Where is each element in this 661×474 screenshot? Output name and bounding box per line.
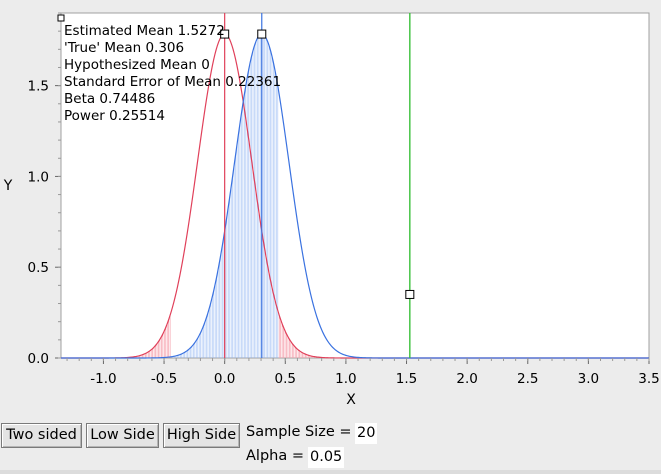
x-tick-label: -1.0 — [90, 371, 116, 387]
drag-handle[interactable] — [257, 29, 267, 39]
low-side-button[interactable]: Low Side — [86, 423, 159, 448]
x-tick-label: 2.0 — [456, 371, 477, 387]
plot-area: -1.0 -0.5 0.0 0.5 1.0 1.5 2.0 2.5 3.0 3.5 0.0 0.5 1.… — [0, 0, 661, 415]
estimated-mean-text: Estimated Mean 1.5272 — [64, 23, 225, 39]
y-axis-title: Y — [3, 178, 13, 194]
alpha-field[interactable]: 0.05 — [308, 447, 345, 468]
x-tick-label: 1.5 — [396, 371, 417, 387]
y-tick-label: 1.0 — [28, 169, 49, 185]
x-tick-label: -0.5 — [151, 371, 177, 387]
drag-handle[interactable] — [405, 289, 415, 299]
y-tick-label: 0.0 — [28, 351, 49, 367]
beta-text: Beta 0.74486 — [64, 91, 155, 107]
power-chart: -1.0 -0.5 0.0 0.5 1.0 1.5 2.0 2.5 3.0 3.5 0.0 0.5 1.… — [3, 12, 660, 408]
x-axis-title: X — [346, 392, 356, 408]
x-tick-label: 0.0 — [214, 371, 235, 387]
y-tick-label: 0.5 — [28, 260, 49, 276]
corner-handle[interactable] — [57, 14, 65, 22]
hypothesized-mean-text: Hypothesized Mean 0 — [64, 57, 210, 73]
two-sided-button[interactable]: Two sided — [1, 423, 82, 448]
x-tick-label: 2.5 — [517, 371, 538, 387]
true-mean-text: 'True' Mean 0.306 — [64, 40, 184, 56]
x-tick-label: 3.0 — [578, 371, 599, 387]
alpha-label: Alpha = — [246, 448, 304, 464]
x-tick-label: 1.0 — [335, 371, 356, 387]
y-tick-label: 1.5 — [28, 79, 49, 95]
high-side-button[interactable]: High Side — [163, 423, 240, 448]
sample-size-field[interactable]: 20 — [355, 423, 378, 444]
status-strip — [0, 470, 661, 474]
x-tick-label: 3.5 — [638, 371, 659, 387]
sample-size-label: Sample Size = — [246, 424, 352, 440]
x-tick-label: 0.5 — [275, 371, 296, 387]
std-error-text: Standard Error of Mean 0.22361 — [64, 74, 281, 90]
power-text: Power 0.25514 — [64, 108, 165, 124]
